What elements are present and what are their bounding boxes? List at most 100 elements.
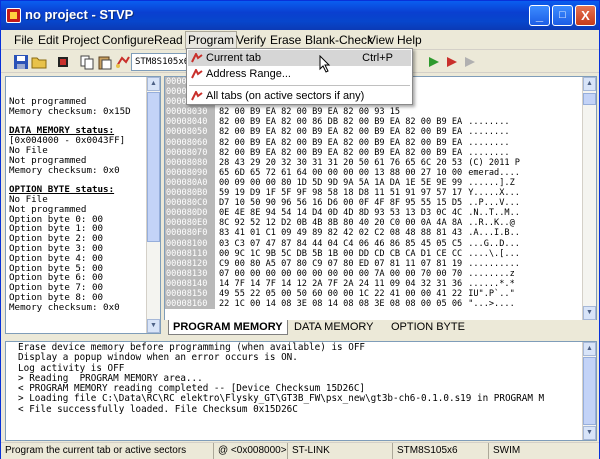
log-pane[interactable]: Erase device memory before programming (… xyxy=(5,341,597,441)
tab-program-memory[interactable]: PROGRAM MEMORY xyxy=(168,320,288,335)
menu-verify[interactable]: Verify xyxy=(236,33,266,47)
hex-bytes[interactable]: 82 00 B9 EA 82 00 B9 EA 82 00 B9 EA 82 0… xyxy=(215,138,462,148)
hex-row[interactable]: 000080C0 D7 10 50 90 96 56 16 D6 00 0F 4F… xyxy=(165,198,520,209)
hex-ascii: ...G..D... xyxy=(468,238,520,249)
memory-status-pane[interactable]: Not programmed Memory checksum: 0x15D DAT… xyxy=(5,76,161,334)
scroll-up-icon[interactable]: ▲ xyxy=(583,342,596,356)
scroll-down-icon[interactable]: ▼ xyxy=(583,426,596,440)
hex-row[interactable]: 00008080 28 43 29 20 32 30 31 31 20 50 61… xyxy=(165,157,520,168)
scroll-thumb[interactable] xyxy=(583,357,596,425)
title-bar[interactable]: no project - STVP _ □ X xyxy=(1,1,599,30)
menu-item-address-range[interactable]: Address Range... xyxy=(188,66,411,82)
connect-icon[interactable] xyxy=(115,54,131,70)
hex-bytes[interactable]: 82 00 B9 EA 82 00 B9 EA 82 00 B9 EA 82 0… xyxy=(215,127,462,137)
menu-edit[interactable]: Edit xyxy=(38,33,59,47)
hex-bytes[interactable]: 28 43 29 20 32 30 31 31 20 50 61 76 65 6… xyxy=(215,158,462,168)
hex-ascii: IU".P`.." xyxy=(468,288,515,299)
menu-erase[interactable]: Erase xyxy=(270,33,301,47)
hex-ascii: ..P...V... xyxy=(468,198,520,209)
menu-item-current-tab[interactable]: Current tab Ctrl+P xyxy=(188,50,411,66)
hex-row[interactable]: 00008140 14 7F 14 7F 14 12 2A 7F 2A 24 11… xyxy=(165,278,520,289)
hex-row[interactable]: 00008050 82 00 B9 EA 82 00 B9 EA 82 00 B9… xyxy=(165,127,520,138)
tab-option-byte[interactable]: OPTION BYTE xyxy=(387,320,469,335)
memory-status-text: Not programmed Memory checksum: 0x15D DAT… xyxy=(9,97,131,313)
menu-item-all-tabs[interactable]: All tabs (on active sectors if any) xyxy=(188,88,411,104)
hex-bytes[interactable]: 00 9C 1C 9B 5C DB 5B 1B 00 DD CD CB CA D… xyxy=(215,249,462,259)
hex-ascii: Y.....X... xyxy=(468,188,520,199)
hex-ascii: ......*.* xyxy=(468,278,515,289)
hex-row[interactable]: 00008030 82 00 B9 EA 82 00 B9 EA 82 00 93… xyxy=(165,107,520,118)
hex-bytes[interactable]: 22 1C 00 14 08 3E 08 14 08 08 3E 08 08 0… xyxy=(215,299,462,309)
menu-blank-check[interactable]: Blank-Check xyxy=(305,33,373,47)
hex-bytes[interactable]: 59 19 D9 1F 5F 9F 98 58 18 D8 11 51 91 9… xyxy=(215,188,462,198)
open-folder-icon[interactable] xyxy=(31,54,47,70)
hex-address: 00008090 xyxy=(165,167,215,178)
hex-bytes[interactable]: 07 00 00 00 00 00 00 00 00 00 7A 00 00 7… xyxy=(215,269,462,279)
program-icon xyxy=(191,53,203,63)
maximize-button[interactable]: □ xyxy=(552,5,573,26)
hex-row[interactable]: 00008070 82 00 B9 EA 82 00 B9 EA 82 00 B9… xyxy=(165,147,520,158)
menu-help[interactable]: Help xyxy=(397,33,422,47)
hex-bytes[interactable]: 82 00 B9 EA 82 00 B9 EA 82 00 93 15 xyxy=(215,107,400,117)
hex-scrollbar[interactable]: ▲ ▼ xyxy=(582,77,596,320)
scroll-thumb[interactable] xyxy=(147,92,160,242)
menu-configure[interactable]: Configure xyxy=(102,33,154,47)
hex-row[interactable]: 00008150 49 55 22 05 00 50 60 00 00 1C 22… xyxy=(165,288,520,300)
hex-bytes[interactable]: 00 09 00 00 80 1D 5D 9D 9A 5A 1A DA 1E 5… xyxy=(215,178,462,188)
log-scrollbar[interactable]: ▲ ▼ xyxy=(582,342,596,440)
hex-row[interactable]: 00008130 07 00 00 00 00 00 00 00 00 00 7A… xyxy=(165,268,520,279)
hex-bytes[interactable]: 8C 92 52 12 D2 0B 4B 8B 80 40 20 C0 00 0… xyxy=(215,218,462,228)
menu-project[interactable]: Project xyxy=(62,33,99,47)
hex-row[interactable]: 00008090 65 6D 65 72 61 64 00 00 00 00 13… xyxy=(165,167,520,178)
paste-icon[interactable] xyxy=(97,54,113,70)
hex-row[interactable]: 00008110 00 9C 1C 9B 5C DB 5B 1B 00 DD CD… xyxy=(165,248,520,259)
hex-row[interactable]: 00008060 82 00 B9 EA 82 00 B9 EA 82 00 B9… xyxy=(165,137,520,148)
program-icon xyxy=(191,91,203,101)
menu-read[interactable]: Read xyxy=(154,33,183,47)
hex-ascii: ........ xyxy=(468,137,510,148)
scroll-down-icon[interactable]: ▼ xyxy=(147,319,160,333)
copy-icon[interactable] xyxy=(79,54,95,70)
menu-program[interactable]: Program xyxy=(185,31,238,49)
hex-bytes[interactable]: C9 00 80 A5 07 80 C9 07 80 ED 07 81 11 0… xyxy=(215,259,462,269)
hex-row[interactable]: 000080B0 59 19 D9 1F 5F 9F 98 58 18 D8 11… xyxy=(165,188,520,199)
hex-bytes[interactable]: 14 7F 14 7F 14 12 2A 7F 2A 24 11 09 04 3… xyxy=(215,279,462,289)
left-scrollbar[interactable]: ▲ ▼ xyxy=(146,77,160,333)
hex-bytes[interactable]: 0E 4E 8E 94 54 14 D4 0D 4D 8D 93 53 13 D… xyxy=(215,208,462,218)
save-icon[interactable] xyxy=(13,54,29,70)
hex-ascii: ........z xyxy=(468,268,515,279)
hex-row[interactable]: 000080F0 83 41 01 C1 09 49 89 82 42 02 C2… xyxy=(165,228,520,239)
hex-row[interactable]: 00008120 C9 00 80 A5 07 80 C9 07 80 ED 07… xyxy=(165,258,520,269)
hex-bytes[interactable]: 82 00 B9 EA 82 00 B9 EA 82 00 B9 EA 82 0… xyxy=(215,148,462,158)
menu-separator xyxy=(189,85,410,86)
device-select[interactable]: STM8S105x6 xyxy=(131,53,189,71)
menu-view[interactable]: View xyxy=(368,33,394,47)
hex-bytes[interactable]: 83 41 01 C1 09 49 89 82 42 02 C2 08 48 8… xyxy=(215,228,462,238)
scroll-down-icon[interactable]: ▼ xyxy=(583,306,596,320)
hex-view[interactable]: 0000800082 00 B9 EA 82 00 B9 EA 82 00 B9… xyxy=(164,76,597,321)
hex-bytes[interactable]: 65 6D 65 72 61 64 00 00 00 00 13 88 00 2… xyxy=(215,168,462,178)
hex-bytes[interactable]: 03 C3 07 47 87 84 44 04 C4 06 46 86 85 4… xyxy=(215,239,462,249)
hex-row[interactable]: 00008100 03 C3 07 47 87 84 44 04 C4 06 46… xyxy=(165,238,520,249)
hex-bytes[interactable]: 82 00 B9 EA 82 00 86 DB 82 00 B9 EA 82 0… xyxy=(215,117,462,127)
hex-bytes[interactable]: 49 55 22 05 00 50 60 00 00 1C 22 41 00 0… xyxy=(215,289,462,299)
scroll-thumb[interactable] xyxy=(583,93,596,105)
menu-file[interactable]: File xyxy=(14,33,33,47)
menu-item-label: Current tab xyxy=(206,52,262,64)
hex-bytes[interactable]: D7 10 50 90 96 56 16 D6 00 0F 4F 8F 95 5… xyxy=(215,198,462,208)
hex-row[interactable]: 00008040 82 00 B9 EA 82 00 86 DB 82 00 B9… xyxy=(165,117,520,128)
minimize-button[interactable]: _ xyxy=(529,5,550,26)
program-all-icon[interactable] xyxy=(426,54,442,70)
hex-row[interactable]: 00008160 22 1C 00 14 08 3E 08 14 08 08 3E… xyxy=(165,299,520,310)
hex-row[interactable]: 000080E0 8C 92 52 12 D2 0B 4B 8B 80 40 20… xyxy=(165,218,520,229)
hex-row[interactable]: 000080A0 00 09 00 00 80 1D 5D 9D 9A 5A 1A… xyxy=(165,177,520,189)
erase-icon[interactable] xyxy=(462,54,478,70)
hex-row[interactable]: 000080D0 0E 4E 8E 94 54 14 D4 0D 4D 8D 93… xyxy=(165,208,520,219)
scroll-up-icon[interactable]: ▲ xyxy=(583,77,596,91)
verify-icon[interactable] xyxy=(444,54,460,70)
chip-icon[interactable] xyxy=(55,54,71,70)
close-button[interactable]: X xyxy=(575,5,596,26)
tab-data-memory[interactable]: DATA MEMORY xyxy=(290,320,377,335)
scroll-up-icon[interactable]: ▲ xyxy=(147,77,160,91)
hex-address: 00008060 xyxy=(165,137,215,148)
